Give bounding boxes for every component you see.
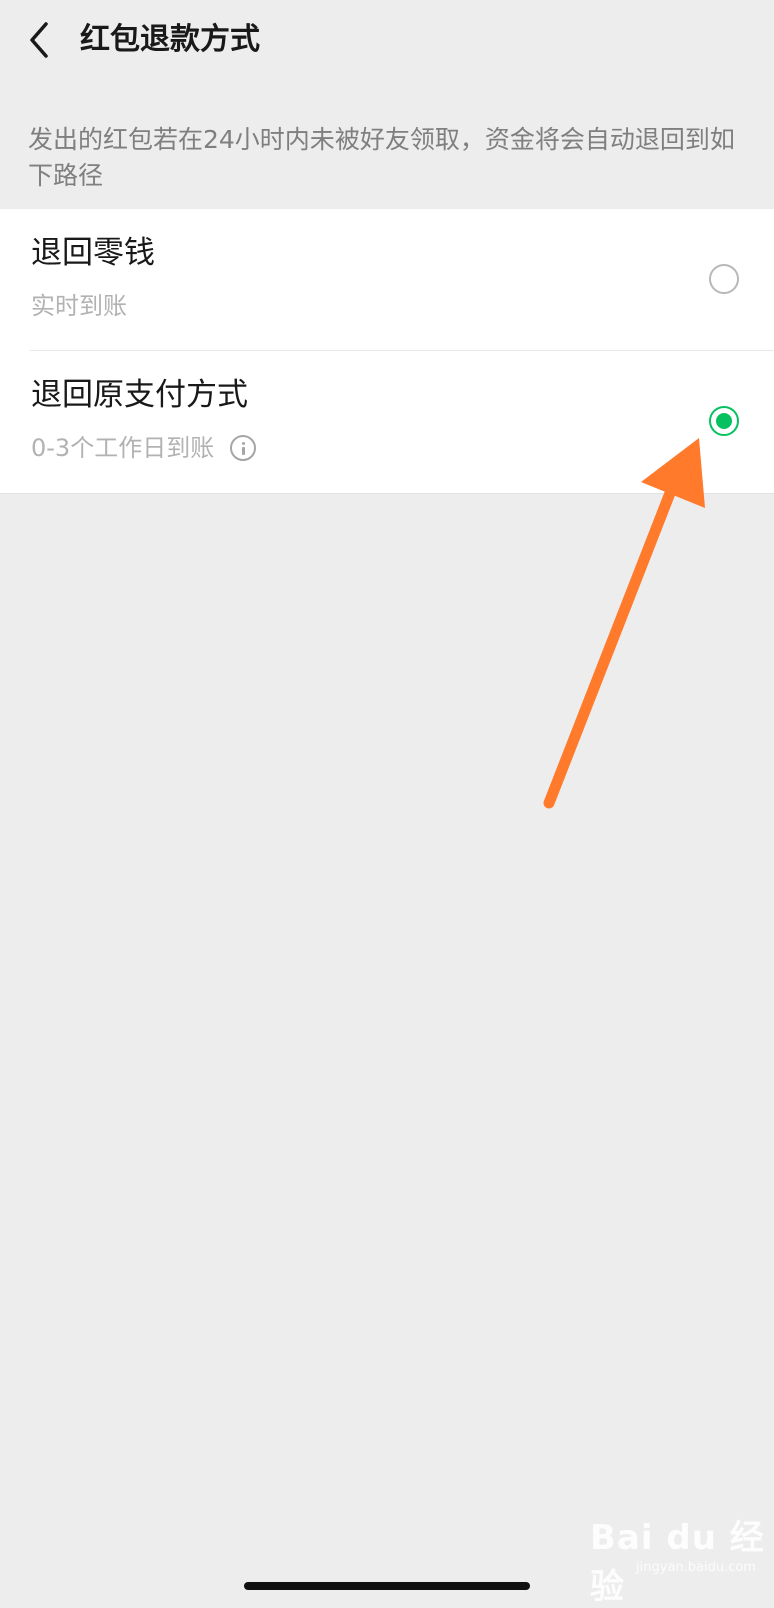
refund-options-list: 退回零钱 实时到账 退回原支付方式 0-3个工作日到账 (0, 209, 774, 494)
refund-description: 发出的红包若在24小时内未被好友领取，资金将会自动退回到如下路径 (28, 125, 735, 190)
option-subtitle: 0-3个工作日到账 (31, 431, 257, 465)
info-icon[interactable] (230, 435, 257, 461)
option-title: 退回原支付方式 (31, 377, 248, 413)
option-subtitle: 实时到账 (31, 289, 127, 323)
option-subtitle-text: 0-3个工作日到账 (31, 434, 215, 462)
chevron-left-icon (30, 22, 48, 58)
watermark-url: jingyan.baidu.com (636, 1560, 756, 1575)
radio-return-to-original-payment[interactable] (709, 406, 739, 436)
back-button[interactable] (18, 18, 62, 62)
option-return-to-balance[interactable]: 退回零钱 实时到账 (0, 209, 774, 351)
watermark-brand: Bai du 经验 (590, 1518, 765, 1607)
radio-return-to-balance[interactable] (709, 264, 739, 294)
option-title: 退回零钱 (31, 235, 155, 271)
page-title: 红包退款方式 (80, 22, 260, 57)
navbar: 红包退款方式 (0, 0, 774, 82)
option-return-to-original-payment[interactable]: 退回原支付方式 0-3个工作日到账 (0, 351, 774, 493)
option-subtitle-text: 实时到账 (31, 292, 127, 320)
home-indicator[interactable] (244, 1582, 530, 1590)
